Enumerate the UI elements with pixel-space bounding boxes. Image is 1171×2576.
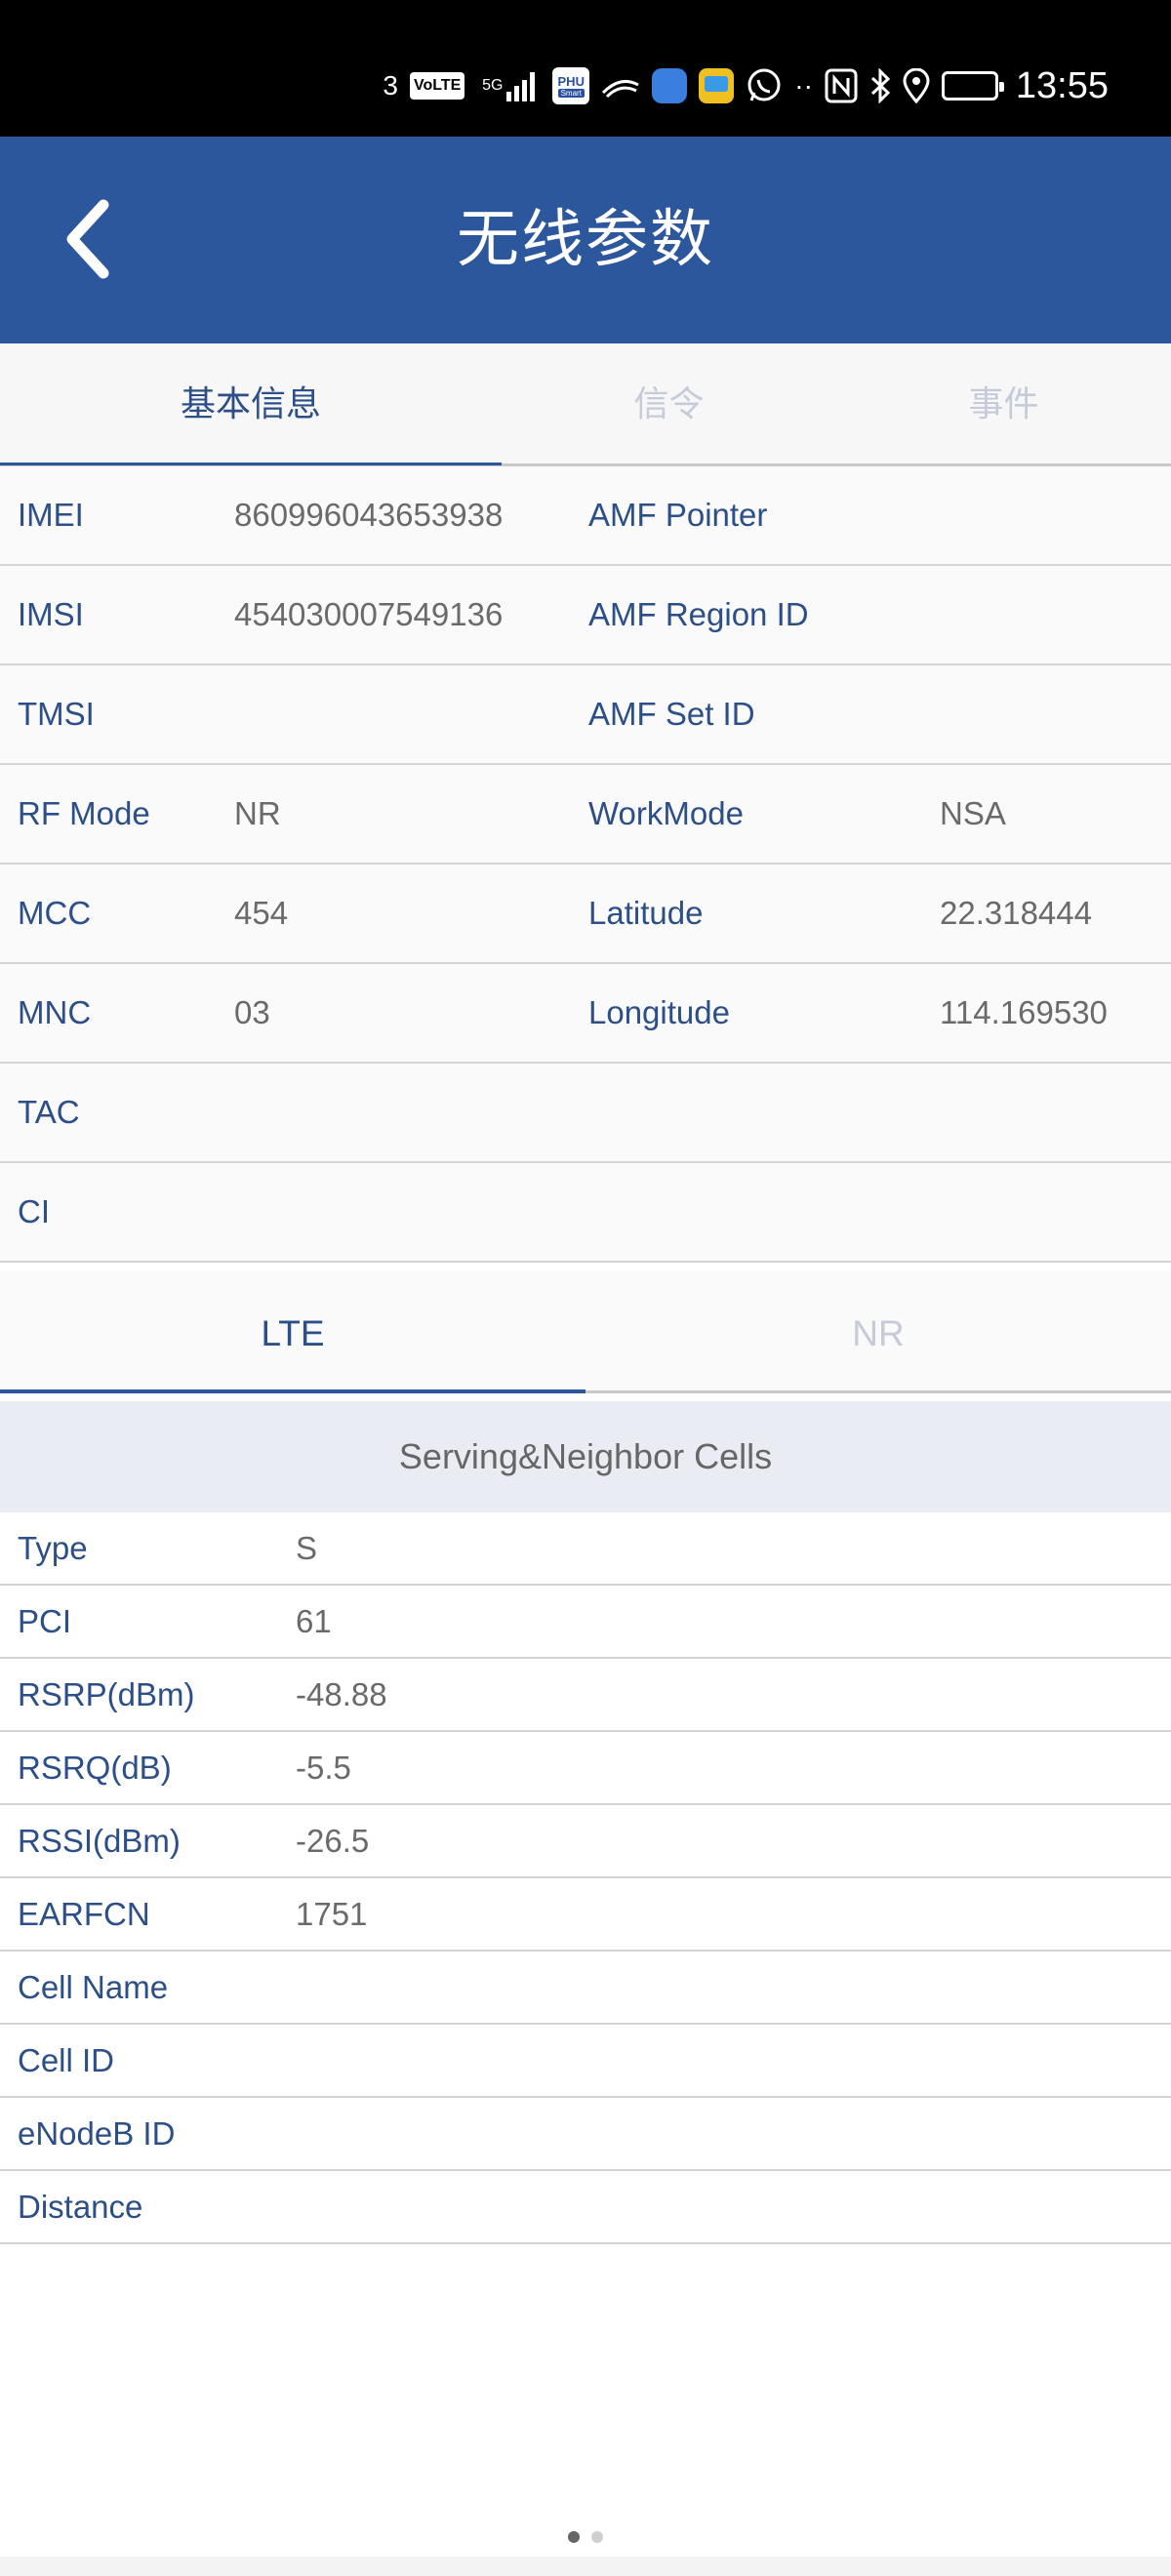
tab-lte[interactable]: LTE xyxy=(0,1270,586,1393)
info-label: IMEI xyxy=(18,497,84,533)
cells-table: Type S PCI 61 RSRP(dBm) -48.88 RSRQ(dB) … xyxy=(0,1512,1171,2244)
section-title: Serving&Neighbor Cells xyxy=(0,1401,1171,1512)
phu-app-icon: PHU Smart xyxy=(552,67,590,104)
info-label: AMF Set ID xyxy=(588,696,755,732)
page-title: 无线参数 xyxy=(457,204,714,276)
info-label: Latitude xyxy=(588,895,704,931)
info-label: CI xyxy=(18,1193,50,1229)
info-label: RF Mode xyxy=(18,795,150,831)
main-tabs: 基本信息 信令 事件 xyxy=(0,343,1171,466)
table-row: Distance xyxy=(0,2171,1171,2244)
cell-label: Cell ID xyxy=(18,2042,115,2078)
battery-icon xyxy=(941,66,1004,105)
cell-label: RSSI(dBm) xyxy=(18,1823,181,1859)
swiftkey-icon xyxy=(601,66,640,105)
info-row: IMSI 454030007549136 AMF Region ID xyxy=(0,566,1171,665)
page-dot[interactable] xyxy=(591,2531,603,2543)
bottom-strip xyxy=(0,2556,1171,2576)
clock-time: 13:55 xyxy=(1015,64,1109,106)
table-row: RSRQ(dB) -5.5 xyxy=(0,1732,1171,1805)
table-row: eNodeB ID xyxy=(0,2098,1171,2171)
page-indicator xyxy=(0,2531,1171,2547)
status-bar: 3 VoLTE 5G PHU Smart ·· 13:55 xyxy=(0,0,1171,137)
cell-label: PCI xyxy=(18,1603,72,1639)
table-row: EARFCN 1751 xyxy=(0,1878,1171,1952)
cell-value: S xyxy=(296,1530,318,1566)
phu-sub-label: Smart xyxy=(557,89,585,98)
table-row: PCI 61 xyxy=(0,1586,1171,1659)
cell-value: 1751 xyxy=(296,1896,368,1932)
whatsapp-icon xyxy=(746,66,783,105)
info-row: RF Mode NR WorkMode NSA xyxy=(0,765,1171,865)
browser-app-icon xyxy=(652,66,688,105)
info-value: NSA xyxy=(940,795,1006,831)
info-label: WorkMode xyxy=(588,795,744,831)
phu-label: PHU xyxy=(557,74,585,89)
info-label: MCC xyxy=(18,895,92,931)
info-row: TMSI AMF Set ID xyxy=(0,665,1171,765)
info-value: NR xyxy=(234,795,281,831)
info-value: 454 xyxy=(234,895,289,931)
info-label: TAC xyxy=(18,1094,80,1130)
table-row: Cell ID xyxy=(0,2025,1171,2098)
tab-nr[interactable]: NR xyxy=(586,1270,1171,1393)
tab-signaling[interactable]: 信令 xyxy=(502,343,836,466)
rat-tabs: LTE NR xyxy=(0,1270,1171,1393)
cell-value: -26.5 xyxy=(296,1823,370,1859)
table-row: RSRP(dBm) -48.88 xyxy=(0,1659,1171,1732)
gallery-app-icon xyxy=(699,66,735,105)
table-row: RSSI(dBm) -26.5 xyxy=(0,1805,1171,1878)
network-5g-label: 5G xyxy=(482,77,504,94)
table-row: Cell Name xyxy=(0,1952,1171,2025)
signal-icon: 5G xyxy=(476,66,541,105)
bluetooth-icon xyxy=(869,66,891,105)
cell-value: -48.88 xyxy=(296,1676,387,1712)
basic-info-grid: IMEI 860996043653938 AMF Pointer IMSI 45… xyxy=(0,466,1171,1263)
info-row: MNC 03 Longitude 114.169530 xyxy=(0,964,1171,1064)
tab-events[interactable]: 事件 xyxy=(836,343,1171,466)
signal-bars xyxy=(506,70,536,101)
cell-label: RSRP(dBm) xyxy=(18,1676,195,1712)
cell-label: RSRQ(dB) xyxy=(18,1750,172,1786)
info-label: IMSI xyxy=(18,596,84,632)
app-header: 无线参数 xyxy=(0,137,1171,343)
cell-label: eNodeB ID xyxy=(18,2115,176,2152)
info-value: 454030007549136 xyxy=(234,596,504,632)
active-tab-indicator xyxy=(0,463,502,465)
location-icon xyxy=(903,66,930,105)
cell-value: 61 xyxy=(296,1603,332,1639)
nfc-icon xyxy=(825,66,858,105)
tab-basic-info[interactable]: 基本信息 xyxy=(0,343,502,466)
info-label: TMSI xyxy=(18,696,95,732)
cell-label: Cell Name xyxy=(18,1969,169,2005)
info-label: MNC xyxy=(18,994,92,1030)
active-rat-tab-indicator xyxy=(0,1389,586,1393)
info-row: IMEI 860996043653938 AMF Pointer xyxy=(0,466,1171,566)
page-dot-active[interactable] xyxy=(568,2531,580,2543)
info-row: MCC 454 Latitude 22.318444 xyxy=(0,865,1171,964)
cell-label: Type xyxy=(18,1530,88,1566)
sim-number: 3 xyxy=(383,70,398,101)
cell-value: -5.5 xyxy=(296,1750,351,1786)
volte-icon: VoLTE xyxy=(409,72,465,100)
table-row: Type S xyxy=(0,1512,1171,1586)
more-dots-icon: ·· xyxy=(794,70,813,101)
info-row: CI xyxy=(0,1163,1171,1263)
info-value: 03 xyxy=(234,994,270,1030)
info-value: 22.318444 xyxy=(940,895,1092,931)
status-icons: 3 VoLTE 5G PHU Smart ·· 13:55 xyxy=(383,62,1109,109)
info-row: TAC xyxy=(0,1064,1171,1163)
info-label: Longitude xyxy=(588,994,730,1030)
info-value: 114.169530 xyxy=(940,994,1108,1030)
cell-label: EARFCN xyxy=(18,1896,150,1932)
cell-label: Distance xyxy=(18,2189,143,2225)
info-label: AMF Pointer xyxy=(588,497,768,533)
info-label: AMF Region ID xyxy=(588,596,809,632)
info-value: 860996043653938 xyxy=(234,497,504,533)
